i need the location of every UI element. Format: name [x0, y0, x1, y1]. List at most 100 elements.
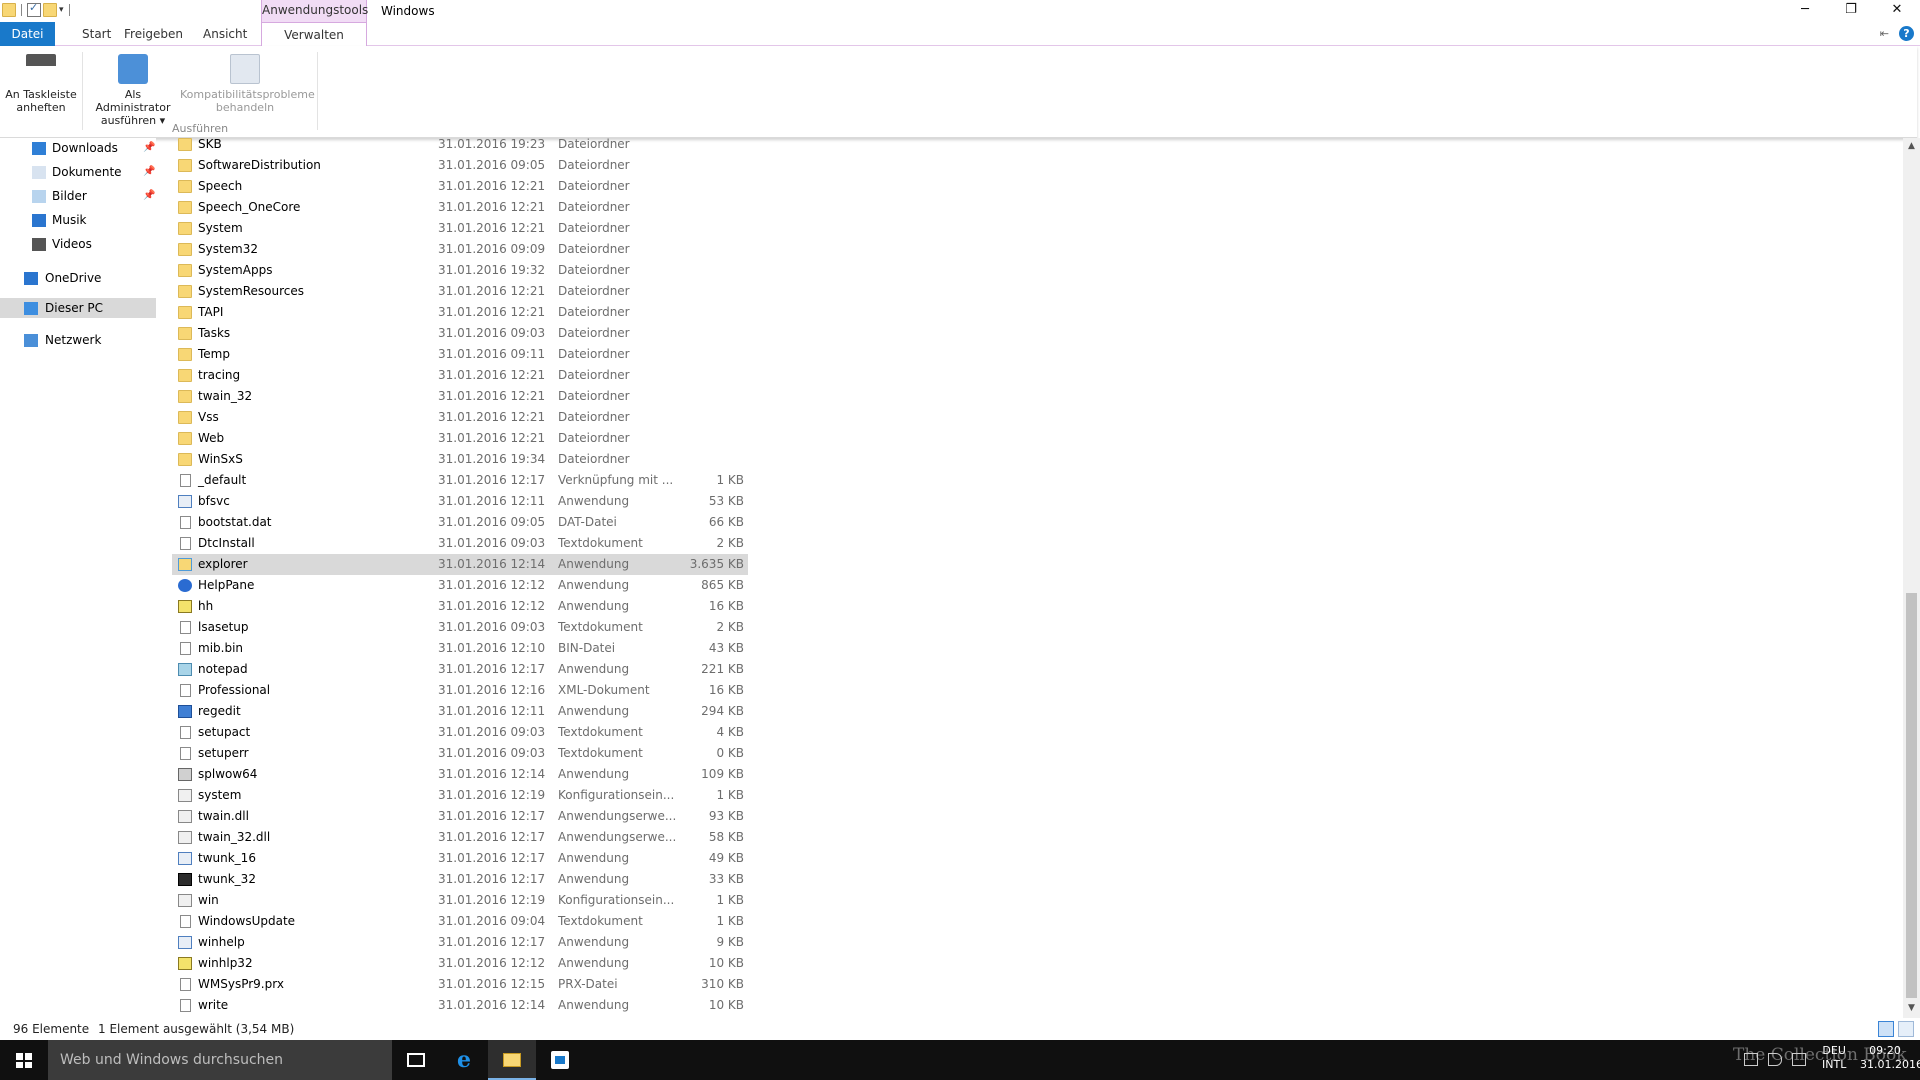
file-name: twunk_16: [198, 851, 256, 865]
nav-item-downloads[interactable]: Downloads 📌: [0, 138, 156, 158]
edge-button[interactable]: e: [440, 1040, 488, 1080]
file-size: 1 KB: [716, 473, 744, 487]
file-size: 294 KB: [701, 704, 744, 718]
scroll-down-arrow-icon[interactable]: ▼: [1903, 1000, 1920, 1017]
task-view-button[interactable]: [392, 1040, 440, 1080]
nav-item-dieser-pc[interactable]: Dieser PC: [0, 298, 156, 318]
store-button[interactable]: [536, 1040, 584, 1080]
file-row[interactable]: SystemResources 31.01.2016 12:21 Dateiordn…: [172, 281, 748, 302]
file-name: explorer: [198, 557, 248, 571]
input-language[interactable]: DEU INTL: [1822, 1044, 1846, 1072]
file-row[interactable]: notepad 31.01.2016 12:17 Anwendung 221 KB: [172, 659, 748, 680]
file-row[interactable]: setupact 31.01.2016 09:03 Textdokument 4 KB: [172, 722, 748, 743]
tab-datei[interactable]: Datei: [0, 22, 55, 46]
tab-verwalten[interactable]: Verwalten: [261, 22, 367, 47]
file-row[interactable]: _default 31.01.2016 12:17 Verknüpfung mit …: [172, 470, 748, 491]
file-row[interactable]: WinSxS 31.01.2016 19:34 Dateiordner: [172, 449, 748, 470]
file-row[interactable]: setuperr 31.01.2016 09:03 Textdokument 0 KB: [172, 743, 748, 764]
file-name: WindowsUpdate: [198, 914, 296, 928]
file-type: Anwendung: [558, 704, 630, 718]
file-row[interactable]: SoftwareDistribution 31.01.2016 09:05 Date…: [172, 155, 748, 176]
file-row[interactable]: winhelp 31.01.2016 12:17 Anwendung 9 KB: [172, 932, 748, 953]
file-row[interactable]: tracing 31.01.2016 12:21 Dateiordner: [172, 365, 748, 386]
file-row[interactable]: Tasks 31.01.2016 09:03 Dateiordner: [172, 323, 748, 344]
file-row[interactable]: mib.bin 31.01.2016 12:10 BIN-Datei 43 KB: [172, 638, 748, 659]
new-folder-icon[interactable]: [43, 3, 57, 17]
file-row[interactable]: SystemApps 31.01.2016 19:32 Dateiordner: [172, 260, 748, 281]
file-row[interactable]: twain_32 31.01.2016 12:21 Dateiordner: [172, 386, 748, 407]
ribbon-tabs: Datei Start Freigeben Ansicht Verwalten: [0, 22, 1920, 47]
file-row[interactable]: hh 31.01.2016 12:12 Anwendung 16 KB: [172, 596, 748, 617]
file-name: winhelp: [198, 935, 245, 949]
file-row[interactable]: twain.dll 31.01.2016 12:17 Anwendungserwe.…: [172, 806, 748, 827]
file-row[interactable]: twain_32.dll 31.01.2016 12:17 Anwendungser…: [172, 827, 748, 848]
volume-icon[interactable]: [1768, 1053, 1782, 1066]
properties-icon[interactable]: [27, 1, 41, 17]
file-row[interactable]: bfsvc 31.01.2016 12:11 Anwendung 53 KB: [172, 491, 748, 512]
file-explorer-button[interactable]: [488, 1040, 536, 1080]
action-center-icon[interactable]: [1792, 1053, 1806, 1066]
close-button[interactable]: ✕: [1874, 0, 1920, 22]
file-row[interactable]: HelpPane 31.01.2016 12:12 Anwendung 865 KB: [172, 575, 748, 596]
restore-button[interactable]: ❐: [1828, 0, 1874, 22]
pin-icon: 📌: [143, 190, 156, 201]
file-row[interactable]: twunk_16 31.01.2016 12:17 Anwendung 49 KB: [172, 848, 748, 869]
file-file-icon: [180, 978, 191, 991]
file-row[interactable]: Speech 31.01.2016 12:21 Dateiordner: [172, 176, 748, 197]
file-row[interactable]: Web 31.01.2016 12:21 Dateiordner: [172, 428, 748, 449]
large-icons-view-icon[interactable]: [1898, 1021, 1914, 1037]
clock[interactable]: 09:20 31.01.2016: [1860, 1044, 1920, 1072]
vertical-scrollbar[interactable]: ▲ ▼: [1903, 138, 1920, 1018]
help-icon[interactable]: ?: [1899, 26, 1914, 41]
ribbon-right-controls: ⇤ ?: [1880, 26, 1914, 41]
file-row[interactable]: System32 31.01.2016 09:09 Dateiordner: [172, 239, 748, 260]
file-row[interactable]: Speech_OneCore 31.01.2016 12:21 Dateiordne…: [172, 197, 748, 218]
file-row[interactable]: explorer 31.01.2016 12:14 Anwendung 3.635 K…: [172, 554, 748, 575]
tab-freigeben[interactable]: Freigeben: [112, 22, 195, 46]
file-name: Web: [198, 431, 225, 445]
taskbar-search-box[interactable]: Web und Windows durchsuchen: [48, 1040, 392, 1080]
nav-item-videos[interactable]: Videos: [0, 234, 156, 254]
troubleshoot-compatibility-button[interactable]: Kompatibilitätsprobleme behandeln: [180, 54, 315, 114]
nav-item-bilder[interactable]: Bilder 📌: [0, 186, 156, 206]
file-type: Anwendung: [558, 578, 630, 592]
nav-item-onedrive[interactable]: OneDrive: [0, 268, 156, 288]
file-name: win: [198, 893, 219, 907]
file-row[interactable]: bootstat.dat 31.01.2016 09:05 DAT-Datei 66 …: [172, 512, 748, 533]
file-name: bootstat.dat: [198, 515, 272, 529]
nav-item-dokumente[interactable]: Dokumente 📌: [0, 162, 156, 182]
file-row[interactable]: WMSysPr9.prx 31.01.2016 12:15 PRX-Datei 310…: [172, 974, 748, 995]
pin-to-taskbar-button[interactable]: An Taskleiste anheften: [4, 54, 78, 114]
file-row[interactable]: SKB 31.01.2016 19:23 Dateiordner: [172, 134, 748, 155]
customize-qat-dropdown[interactable]: ▾: [59, 5, 64, 15]
file-row[interactable]: lsasetup 31.01.2016 09:03 Textdokument 2 KB: [172, 617, 748, 638]
scroll-up-arrow-icon[interactable]: ▲: [1903, 138, 1920, 155]
file-row[interactable]: Professional 31.01.2016 12:16 XML-Dokument…: [172, 680, 748, 701]
divider: [21, 4, 22, 16]
file-row[interactable]: Vss 31.01.2016 12:21 Dateiordner: [172, 407, 748, 428]
file-row[interactable]: WindowsUpdate 31.01.2016 09:04 Textdokumen…: [172, 911, 748, 932]
tab-ansicht[interactable]: Ansicht: [191, 22, 259, 46]
nav-item-musik[interactable]: Musik: [0, 210, 156, 230]
details-view-icon[interactable]: [1878, 1021, 1894, 1037]
file-row[interactable]: twunk_32 31.01.2016 12:17 Anwendung 33 KB: [172, 869, 748, 890]
file-row[interactable]: win 31.01.2016 12:19 Konfigurationsein... 1…: [172, 890, 748, 911]
file-row[interactable]: write 31.01.2016 12:14 Anwendung 10 KB: [172, 995, 748, 1016]
scrollbar-thumb[interactable]: [1906, 593, 1917, 998]
file-row[interactable]: winhlp32 31.01.2016 12:12 Anwendung 10 KB: [172, 953, 748, 974]
file-row[interactable]: TAPI 31.01.2016 12:21 Dateiordner: [172, 302, 748, 323]
file-row[interactable]: regedit 31.01.2016 12:11 Anwendung 294 KB: [172, 701, 748, 722]
nav-item-netzwerk[interactable]: Netzwerk: [0, 330, 156, 350]
cfg-file-icon: [178, 789, 192, 802]
start-button[interactable]: [0, 1040, 48, 1080]
file-row[interactable]: DtcInstall 31.01.2016 09:03 Textdokument 2 …: [172, 533, 748, 554]
file-row[interactable]: Temp 31.01.2016 09:11 Dateiordner: [172, 344, 748, 365]
pin-ribbon-icon[interactable]: ⇤: [1880, 27, 1889, 40]
file-row[interactable]: splwow64 31.01.2016 12:14 Anwendung 109 KB: [172, 764, 748, 785]
file-row[interactable]: system 31.01.2016 12:19 Konfigurationsein.…: [172, 785, 748, 806]
file-row[interactable]: System 31.01.2016 12:21 Dateiordner: [172, 218, 748, 239]
network-tray-icon[interactable]: [1744, 1053, 1758, 1066]
context-tab-label: Anwendungstools: [261, 0, 368, 22]
minimize-button[interactable]: ─: [1782, 0, 1828, 22]
run-as-admin-button[interactable]: Als Administrator ausführen ▾: [86, 54, 180, 127]
